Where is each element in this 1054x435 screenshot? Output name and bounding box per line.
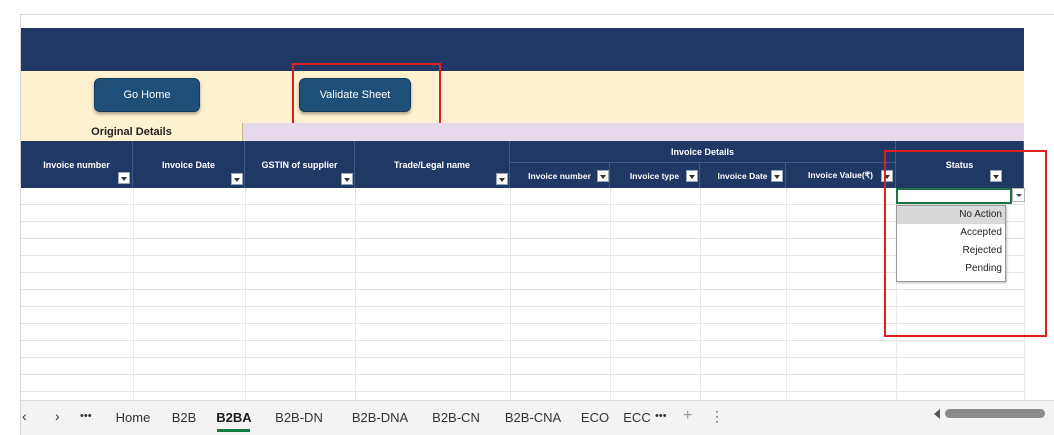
- col-header-sub-invoice-number: Invoice number: [510, 163, 610, 188]
- col-label-sub-invoice-number: Invoice number: [528, 170, 591, 181]
- sheet-tab-b2b-cn[interactable]: B2B-CN: [426, 405, 486, 429]
- grid-row-line: [21, 391, 1024, 392]
- sheet-tab-b2b-dna[interactable]: B2B-DNA: [346, 405, 414, 429]
- col-label-trade-name: Trade/Legal name: [393, 159, 471, 170]
- filter-dropdown-icon[interactable]: [118, 172, 130, 184]
- sheet-tab-b2b-dn[interactable]: B2B-DN: [270, 405, 328, 429]
- filter-dropdown-icon[interactable]: [686, 170, 698, 182]
- sheet-options-icon[interactable]: ⋮: [710, 404, 724, 428]
- scrollbar-left-arrow-icon[interactable]: [934, 409, 940, 419]
- grid-col-line: [510, 188, 511, 400]
- more-tabs-right-icon[interactable]: •••: [655, 404, 667, 428]
- grid-row-line: [21, 374, 1024, 375]
- add-sheet-icon[interactable]: +: [683, 404, 692, 428]
- grid-col-line: [245, 188, 246, 400]
- horizontal-scrollbar-thumb[interactable]: [945, 409, 1045, 418]
- filter-dropdown-icon[interactable]: [231, 173, 243, 185]
- validate-highlight-box: [292, 63, 441, 125]
- grid-col-line: [786, 188, 787, 400]
- col-header-invoice-number: Invoice number: [21, 141, 133, 188]
- sheet-tab-b2b[interactable]: B2B: [166, 405, 202, 429]
- grid-row-line: [21, 357, 1024, 358]
- grid-row-line: [21, 306, 1024, 307]
- sheet-tab-ecc[interactable]: ECC: [622, 405, 652, 429]
- section-band: [243, 123, 1024, 141]
- sheet-tab-eco[interactable]: ECO: [578, 405, 612, 429]
- invoice-details-group-header: Invoice Details: [510, 141, 896, 163]
- active-tab-indicator: [217, 429, 250, 432]
- scroll-tabs-right-icon[interactable]: ›: [55, 404, 60, 428]
- col-label-sub-invoice-date: Invoice Date: [717, 170, 768, 181]
- grid-row-line: [21, 323, 1024, 324]
- grid-row-line: [21, 272, 1024, 273]
- status-highlight-box: [884, 150, 1047, 337]
- col-header-invoice-date: Invoice Date: [133, 141, 245, 188]
- filter-dropdown-icon[interactable]: [496, 173, 508, 185]
- grid-col-line: [355, 188, 356, 400]
- col-label-invoice-value: Invoice Value(₹): [808, 170, 873, 180]
- grid-row-line: [21, 289, 1024, 290]
- grid-row-line: [21, 221, 1024, 222]
- col-header-gstin: GSTIN of supplier: [245, 141, 355, 188]
- filter-dropdown-icon[interactable]: [341, 173, 353, 185]
- original-details-header: Original Details: [21, 123, 243, 141]
- col-label-invoice-date: Invoice Date: [161, 159, 216, 170]
- grid-row-line: [21, 340, 1024, 341]
- sheet-tab-b2b-cna[interactable]: B2B-CNA: [498, 405, 568, 429]
- col-label-invoice-type: Invoice type: [629, 170, 680, 181]
- grid-col-line: [133, 188, 134, 400]
- filter-dropdown-icon[interactable]: [771, 170, 783, 182]
- col-label-gstin: GSTIN of supplier: [261, 159, 338, 170]
- col-header-trade-name: Trade/Legal name: [355, 141, 510, 188]
- col-header-invoice-value: Invoice Value(₹): [786, 163, 896, 188]
- grid-col-line: [700, 188, 701, 400]
- scroll-tabs-left-icon[interactable]: ‹: [22, 404, 27, 428]
- spreadsheet-window: Go Home Validate Sheet Original Details …: [0, 0, 1054, 435]
- filter-dropdown-icon[interactable]: [597, 170, 609, 182]
- grid-row-line: [21, 238, 1024, 239]
- sheet-tab-b2ba[interactable]: B2BA: [214, 405, 254, 429]
- grid-col-line: [610, 188, 611, 400]
- col-label-invoice-number: Invoice number: [43, 159, 110, 170]
- go-home-button[interactable]: Go Home: [94, 78, 200, 112]
- grid-row-line: [21, 204, 1024, 205]
- title-banner: [21, 28, 1024, 71]
- grid-row-line: [21, 255, 1024, 256]
- more-tabs-left-icon[interactable]: •••: [80, 404, 92, 428]
- sheet-tab-home[interactable]: Home: [110, 405, 156, 429]
- data-grid[interactable]: [21, 188, 1024, 400]
